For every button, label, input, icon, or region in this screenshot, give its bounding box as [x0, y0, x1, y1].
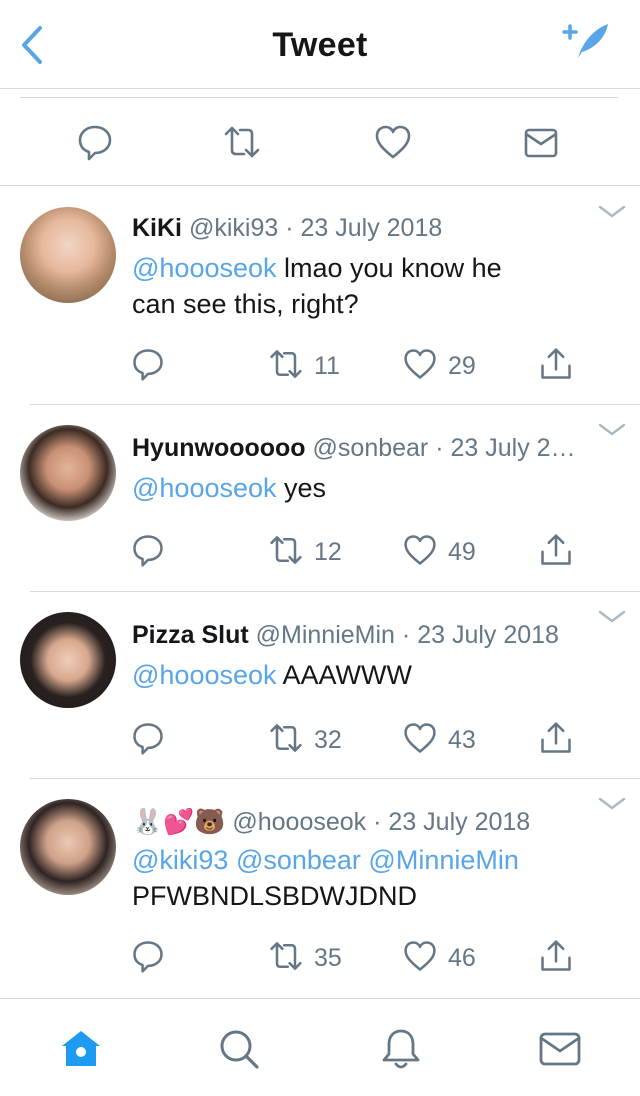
reply-icon — [133, 535, 163, 567]
divider — [30, 591, 640, 592]
avatar[interactable] — [20, 612, 116, 708]
mention-link[interactable]: @hoooseok — [132, 660, 277, 690]
search-icon[interactable] — [216, 1026, 262, 1072]
retweet-icon — [270, 536, 302, 564]
share-icon — [541, 940, 571, 971]
tweet-text: @hoooseok yes — [132, 473, 327, 503]
handle: @MinnieMin — [255, 621, 395, 649]
like-icon — [404, 723, 436, 753]
tab-bar — [0, 998, 640, 1096]
chevron-down-icon[interactable] — [598, 796, 626, 812]
like-icon — [404, 941, 436, 971]
reply-icon — [133, 941, 163, 973]
divider — [30, 404, 640, 405]
dm-icon[interactable] — [521, 122, 561, 162]
compose-icon[interactable] — [556, 18, 612, 64]
like-count: 46 — [448, 944, 476, 972]
retweet-count: 35 — [314, 944, 342, 972]
display-name[interactable]: Hyunwoooooo — [132, 434, 306, 462]
retweet-count: 12 — [314, 538, 342, 566]
retweet-icon — [270, 724, 302, 752]
display-name[interactable]: KiKi — [132, 214, 182, 242]
retweet-icon — [270, 350, 302, 378]
reply-icon[interactable] — [75, 122, 115, 162]
rabbit-emoji: 🐰 — [132, 808, 164, 836]
timestamp: 23 July 2018 — [417, 621, 559, 649]
tweet-text: @hoooseok AAAWWW — [132, 660, 413, 690]
share-icon — [541, 722, 571, 753]
reply-icon — [133, 349, 163, 381]
bear-emoji: 🐻 — [194, 808, 226, 836]
like-icon — [404, 535, 436, 565]
like-count: 29 — [448, 352, 476, 380]
mention-link[interactable]: @hoooseok — [132, 253, 277, 283]
like-count: 43 — [448, 726, 476, 754]
retweet-count: 32 — [314, 726, 342, 754]
avatar[interactable] — [20, 425, 116, 521]
home-icon[interactable] — [58, 1026, 104, 1072]
tweet-text: @hoooseok lmao you know he can see this,… — [132, 253, 502, 319]
retweet-count: 11 — [314, 352, 340, 380]
share-icon — [541, 348, 571, 379]
timestamp: 23 July 2018 — [388, 808, 531, 836]
tweet-text: @kiki93 @sonbear @MinnieMin PFWBNDLSBDWJ… — [132, 845, 519, 911]
handle: @hoooseok — [232, 808, 367, 836]
display-name-emoji[interactable]: 🐰💕🐻 — [132, 808, 232, 836]
timestamp: 23 July 2018 — [300, 214, 443, 242]
handle: @sonbear — [312, 434, 429, 462]
chevron-down-icon[interactable] — [598, 609, 626, 625]
avatar[interactable] — [20, 207, 116, 303]
divider — [20, 97, 618, 98]
display-name[interactable]: Pizza Slut — [132, 621, 249, 649]
notifications-icon[interactable] — [378, 1026, 424, 1072]
page-title: Tweet — [272, 26, 368, 64]
navigation-bar: Tweet — [0, 0, 640, 89]
like-count: 49 — [448, 538, 476, 566]
retweet-icon — [270, 942, 302, 970]
hearts-emoji: 💕 — [163, 808, 195, 836]
mention-link[interactable]: @hoooseok — [132, 473, 277, 503]
messages-icon[interactable] — [537, 1026, 583, 1072]
mention-link[interactable]: @kiki93 @sonbear @MinnieMin — [132, 845, 519, 875]
chevron-down-icon[interactable] — [598, 422, 626, 438]
handle: @kiki93 — [188, 214, 279, 242]
like-icon — [404, 349, 436, 379]
reply-icon — [133, 723, 163, 755]
chevron-down-icon[interactable] — [598, 204, 626, 220]
divider — [30, 778, 640, 779]
divider — [0, 185, 640, 186]
avatar[interactable] — [20, 799, 116, 895]
timestamp: 23 July 2… — [450, 434, 576, 462]
retweet-icon[interactable] — [222, 122, 262, 162]
like-icon[interactable] — [373, 122, 413, 162]
share-icon — [541, 534, 571, 565]
